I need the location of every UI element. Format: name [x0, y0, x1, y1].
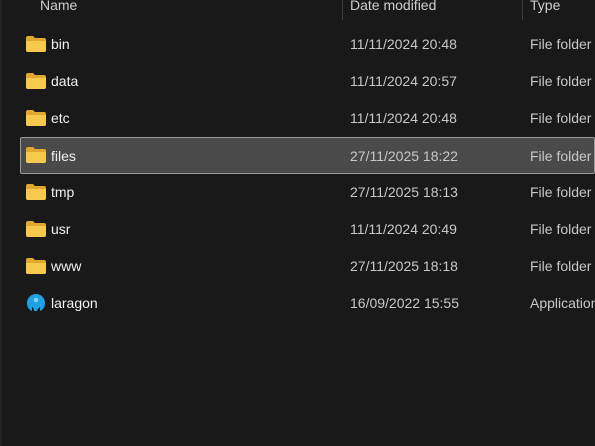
file-type: File folder	[530, 221, 592, 237]
file-date-modified: 16/09/2022 15:55	[350, 295, 459, 311]
folder-icon	[26, 36, 46, 52]
file-row-etc[interactable]: etc 11/11/2024 20:48 File folder	[20, 100, 595, 137]
file-date-modified: 27/11/2025 18:18	[350, 258, 458, 274]
folder-icon	[26, 110, 46, 126]
file-name: bin	[51, 36, 70, 52]
file-date-modified: 11/11/2024 20:48	[350, 36, 457, 52]
file-type: File folder	[530, 36, 592, 52]
file-row-tmp[interactable]: tmp 27/11/2025 18:13 File folder	[20, 174, 595, 211]
folder-icon	[26, 258, 46, 274]
file-row-files[interactable]: files 27/11/2025 18:22 File folder	[20, 137, 595, 174]
file-date-modified: 11/11/2024 20:49	[350, 221, 457, 237]
pane-edge	[0, 0, 2, 446]
column-header-type[interactable]: Type	[530, 0, 595, 20]
file-date-modified: 11/11/2024 20:48	[350, 110, 457, 126]
file-row-data[interactable]: data 11/11/2024 20:57 File folder	[20, 63, 595, 100]
laragon-app-icon	[26, 294, 46, 311]
file-type: File folder	[530, 184, 592, 200]
folder-icon	[26, 147, 46, 163]
file-row-laragon[interactable]: laragon 16/09/2022 15:55 Application	[20, 285, 595, 322]
file-type: Application	[530, 295, 595, 311]
column-header: Name Date modified Type	[20, 0, 595, 20]
file-name: usr	[51, 221, 71, 237]
file-type: File folder	[530, 258, 592, 274]
file-type: File folder	[530, 148, 592, 164]
file-date-modified: 27/11/2025 18:22	[350, 148, 458, 164]
file-name: files	[51, 148, 76, 164]
file-explorer-list: Name Date modified Type bin 11/11/2024 2…	[0, 0, 595, 446]
file-date-modified: 27/11/2025 18:13	[350, 184, 458, 200]
column-header-name[interactable]: Name	[40, 0, 342, 20]
column-divider[interactable]	[522, 0, 523, 20]
file-name: etc	[51, 110, 70, 126]
file-date-modified: 11/11/2024 20:57	[350, 73, 457, 89]
folder-icon	[26, 73, 46, 89]
file-name: laragon	[51, 295, 98, 311]
file-name: data	[51, 73, 79, 89]
file-type: File folder	[530, 110, 592, 126]
folder-icon	[26, 184, 46, 200]
file-name: www	[51, 258, 82, 274]
file-row-usr[interactable]: usr 11/11/2024 20:49 File folder	[20, 211, 595, 248]
folder-icon	[26, 221, 46, 237]
file-row-bin[interactable]: bin 11/11/2024 20:48 File folder	[20, 26, 595, 63]
file-type: File folder	[530, 73, 592, 89]
file-name: tmp	[51, 184, 75, 200]
column-divider[interactable]	[342, 0, 343, 20]
file-row-www[interactable]: www 27/11/2025 18:18 File folder	[20, 248, 595, 285]
column-header-date-modified[interactable]: Date modified	[350, 0, 520, 20]
